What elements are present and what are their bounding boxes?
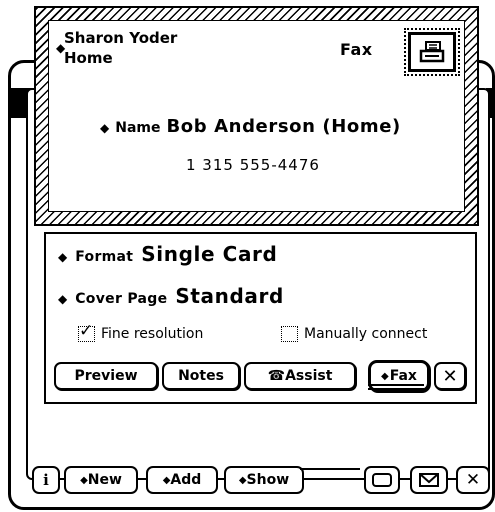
routing-method: Fax [340,40,373,59]
diamond-icon: ◆ [80,474,88,486]
fine-resolution-option[interactable]: Fine resolution [78,321,204,342]
close-icon[interactable]: ✕ [456,466,490,494]
notes-label: Notes [178,368,224,384]
manually-connect-option[interactable]: Manually connect [281,326,427,342]
new-button[interactable]: ◆ New [64,466,138,494]
close-icon[interactable]: ✕ [434,362,466,390]
notes-button[interactable]: Notes [162,362,240,390]
cover-page-value[interactable]: Standard [175,284,284,308]
recipient-name-field[interactable]: ◆ Name Bob Anderson (Home) [100,116,401,137]
format-label: Format [75,249,134,265]
preview-label: Preview [74,368,138,384]
info-icon[interactable]: i [32,466,60,494]
fax-label: Fax [389,368,417,384]
recipient-name[interactable]: Bob Anderson (Home) [166,116,400,137]
fax-button-stack-decoration [368,384,424,396]
cover-page-label: Cover Page [75,291,168,307]
add-label: Add [170,472,202,488]
diamond-icon: ◆ [58,292,68,306]
fine-resolution-label: Fine resolution [101,326,204,342]
name-label: Name [115,120,161,136]
new-label: New [87,472,122,488]
assist-button[interactable]: ☎ Assist [244,362,356,390]
preview-button[interactable]: Preview [54,362,158,390]
assist-label: Assist [285,368,333,384]
recipient-phone: 1 315 555-4476 [186,156,320,174]
format-value[interactable]: Single Card [141,242,277,266]
add-button[interactable]: ◆ Add [146,466,218,494]
show-label: Show [246,472,290,488]
show-button[interactable]: ◆ Show [224,466,304,494]
mail-icon[interactable] [410,466,448,494]
diamond-icon: ◆ [100,121,110,135]
fine-resolution-checkbox[interactable] [78,321,95,342]
phone-icon: ☎ [267,368,286,384]
diamond-icon: ◆ [238,474,247,486]
cover-page-field[interactable]: ◆ Cover Page Standard [58,284,284,308]
format-field[interactable]: ◆ Format Single Card [58,242,277,266]
bottom-bar-divider [300,468,360,470]
sender-name: Sharon Yoder [64,29,178,47]
routing-icon[interactable] [364,466,400,494]
fax-machine-icon [404,28,460,76]
diamond-icon: ◆ [58,250,68,264]
manually-connect-checkbox[interactable] [281,326,298,342]
sender-location: Home [64,49,113,67]
diamond-icon: ◆ [162,474,171,486]
diamond-icon: ◆ [381,370,389,382]
sender-info[interactable]: Sharon Yoder Home [64,28,177,68]
manually-connect-label: Manually connect [304,326,428,342]
